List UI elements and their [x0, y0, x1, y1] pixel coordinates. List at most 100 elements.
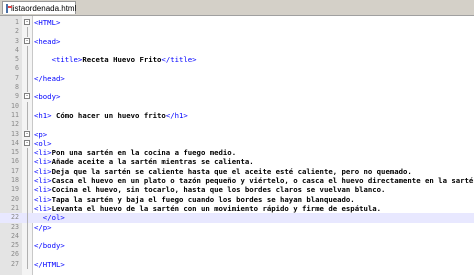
code-text: <li>Tapa la sartén y baja el fuego cuand…: [34, 195, 355, 204]
line-number: 25: [11, 241, 19, 250]
code-line[interactable]: 21 <li>Levanta el huevo de la sartén con …: [0, 203, 474, 214]
text-content: Casca el huevo en un plato o tazón peque…: [51, 176, 474, 186]
code-line[interactable]: 5 <title>Receta Huevo Frito</title>: [0, 55, 474, 65]
code-line[interactable]: 20 <li>Tapa la sartén y baja el fuego cua…: [0, 194, 474, 204]
code-line[interactable]: 9- <body>: [0, 92, 474, 101]
fold-toggle-icon[interactable]: -: [24, 37, 30, 44]
open-tag: <li>: [34, 157, 52, 167]
line-number: 26: [11, 250, 19, 259]
code-line[interactable]: 23 </p>: [0, 222, 474, 232]
line-number: 5: [15, 55, 19, 64]
code-line[interactable]: 12: [0, 120, 474, 130]
line-number: 23: [11, 222, 19, 231]
line-number: 13: [11, 129, 19, 138]
line-number: 9: [15, 92, 19, 101]
open-tag: </ol>: [42, 213, 65, 223]
fold-guide-line: [27, 73, 28, 84]
code-line[interactable]: 25 </body>: [0, 241, 474, 251]
line-number: 24: [11, 231, 19, 240]
open-tag: <HTML>: [34, 18, 61, 27]
line-number: 1: [15, 18, 19, 26]
code-line[interactable]: 18 <li>Casca el huevo en un plato o tazón…: [0, 176, 474, 186]
code-line[interactable]: 13- <p>: [0, 130, 474, 139]
text-content: Levanta el huevo de la sartén con un mov…: [51, 203, 382, 213]
code-line[interactable]: 3- <head>: [0, 37, 474, 46]
code-text: </HTML>: [34, 260, 65, 269]
line-number: 17: [11, 166, 19, 175]
code-text: <li>Pon una sartén en la cocina a fuego …: [34, 148, 236, 157]
line-number: 2: [15, 27, 19, 36]
line-number: 22: [11, 213, 19, 222]
line-number: 20: [11, 194, 19, 203]
open-tag: </HTML>: [34, 259, 65, 269]
close-tag: </title>: [161, 55, 197, 65]
code-text: <h1> Cómo hacer un huevo frito</h1>: [34, 111, 188, 120]
code-line[interactable]: 6: [0, 64, 474, 74]
text-content: Cocina el huevo, sin tocarlo, hasta que …: [51, 185, 386, 195]
fold-guide-line: [27, 55, 28, 65]
code-line[interactable]: 22 </ol>: [0, 213, 474, 223]
text-content: Añade aceite a la sartén mientras se cal…: [51, 157, 254, 167]
code-line[interactable]: 10: [0, 101, 474, 111]
open-tag: <head>: [34, 36, 61, 46]
fold-guide-line: [27, 203, 28, 214]
code-line[interactable]: 26: [0, 250, 474, 260]
tab-label: listaordenada.html: [11, 3, 77, 13]
code-text: </head>: [34, 74, 65, 83]
fold-guide-line: [27, 194, 28, 204]
code-line[interactable]: 11 <h1> Cómo hacer un huevo frito</h1>: [0, 110, 474, 121]
code-line[interactable]: 17 <li>Deja que la sartén se caliente has…: [0, 166, 474, 177]
fold-guide-line: [27, 83, 28, 93]
line-number: 12: [11, 120, 19, 129]
code-line[interactable]: 2: [0, 27, 474, 37]
fold-guide-line: [27, 250, 28, 260]
code-text: <head>: [34, 37, 60, 46]
code-line[interactable]: 27 </HTML>: [0, 259, 474, 270]
fold-toggle-icon[interactable]: -: [24, 139, 30, 146]
code-text: <HTML>: [34, 18, 60, 27]
code-text: </ol>: [34, 213, 65, 222]
fold-guide-line: [27, 185, 28, 195]
fold-toggle-icon[interactable]: -: [24, 130, 30, 137]
code-text: <body>: [34, 92, 60, 101]
code-line[interactable]: 14- <ol>: [0, 139, 474, 148]
line-number: 27: [11, 259, 19, 268]
code-line[interactable]: 24: [0, 231, 474, 242]
fold-guide-line: [27, 231, 28, 242]
line-number: 16: [11, 157, 19, 166]
code-line[interactable]: 16 <li>Añade aceite a la sartén mientras …: [0, 157, 474, 167]
fold-toggle-icon[interactable]: -: [24, 19, 30, 25]
text-content: Deja que la sartén se caliente hasta que…: [51, 166, 412, 176]
code-line[interactable]: 7 </head>: [0, 73, 474, 84]
code-text: <li>Añade aceite a la sartén mientras se…: [34, 157, 254, 166]
fold-toggle-icon[interactable]: -: [24, 93, 30, 100]
line-number: 7: [15, 73, 19, 82]
open-tag: <li>: [34, 166, 52, 176]
tab-listaordenada[interactable]: listaordenada.html: [2, 1, 76, 14]
fold-guide-line: [27, 27, 28, 37]
code-text: <li>Levanta el huevo de la sartén con un…: [34, 204, 381, 213]
code-line[interactable]: 8: [0, 83, 474, 93]
fold-guide-line: [27, 120, 28, 130]
open-tag: <p>: [34, 129, 48, 139]
open-tag: <h1>: [34, 110, 52, 120]
code-line[interactable]: 15 <li>Pon una sartén en la cocina a fueg…: [0, 148, 474, 158]
code-editor[interactable]: 1- <HTML> 2 3- <head> 4 5 <title>Receta Huevo …: [0, 16, 474, 275]
fold-guide-line: [27, 45, 28, 56]
text-content: Cómo hacer un huevo frito: [51, 110, 166, 120]
code-line[interactable]: 4: [0, 45, 474, 56]
fold-guide-line: [27, 110, 28, 121]
fold-guide-line: [27, 64, 28, 74]
code-line[interactable]: 1- <HTML>: [0, 18, 474, 27]
line-number: 15: [11, 148, 19, 157]
code-text: <li>Cocina el huevo, sin tocarlo, hasta …: [34, 185, 385, 194]
code-text: <ol>: [34, 139, 52, 148]
code-text: </p>: [34, 223, 52, 232]
fold-guide-line: [27, 259, 28, 270]
code-line[interactable]: 19 <li>Cocina el huevo, sin tocarlo, hast…: [0, 185, 474, 195]
open-tag: <title>: [51, 55, 83, 65]
line-number: 10: [11, 101, 19, 110]
open-tag: <li>: [34, 176, 52, 186]
